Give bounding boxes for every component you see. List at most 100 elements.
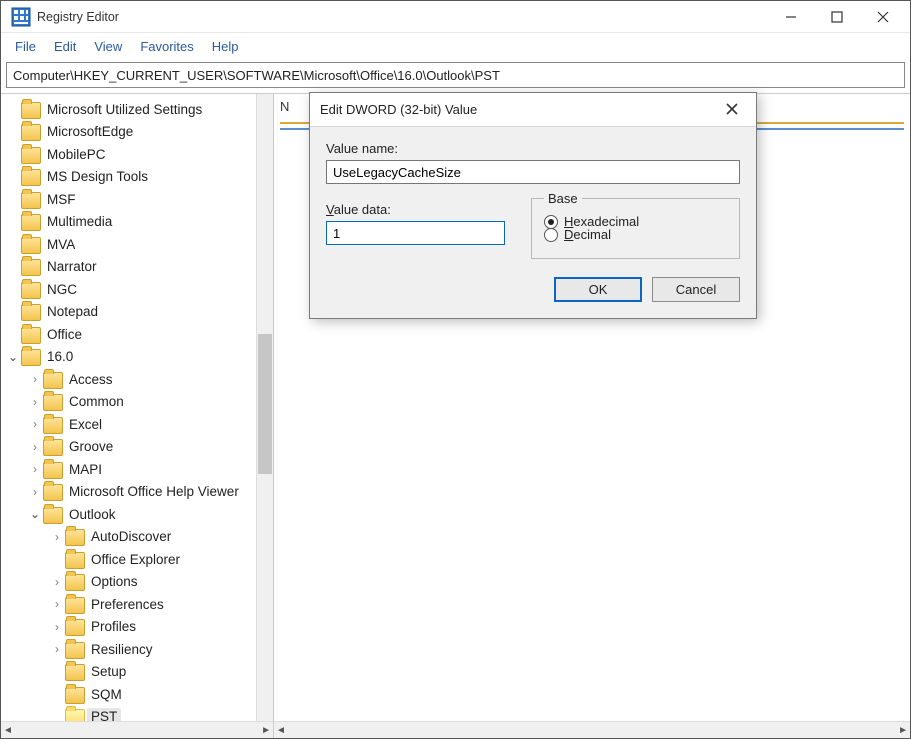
tree-item-label: Common [69,394,124,409]
tree-item[interactable]: › MAPI [5,458,273,481]
chevron-right-icon[interactable]: › [49,530,65,544]
chevron-right-icon[interactable]: › [27,395,43,409]
tree-item[interactable]: MVA [5,233,273,256]
values-horizontal-scrollbar[interactable]: ◄ ► [274,721,910,738]
tree-item-label: MobilePC [47,147,106,162]
tree-item[interactable]: ›Groove [5,436,273,459]
tree-horizontal-scrollbar[interactable]: ◄ ► [1,721,273,738]
folder-icon [21,124,39,139]
tree-item[interactable]: MobilePC [5,143,273,166]
tree-item[interactable]: › Profiles [5,616,273,639]
minimize-button[interactable] [768,2,814,32]
tree-view[interactable]: Microsoft Utilized Settings MicrosoftEdg… [1,94,273,721]
tree-spacer [49,552,65,566]
folder-icon [21,349,39,364]
tree-item-label: Access [69,372,113,387]
tree-item[interactable]: MS Design Tools [5,166,273,189]
folder-icon [65,552,83,567]
tree-item[interactable]: ⌄ 16.0 [5,346,273,369]
menu-view[interactable]: View [86,36,130,57]
tree-item[interactable]: Office [5,323,273,346]
cancel-button[interactable]: Cancel [652,277,740,302]
tree-item[interactable]: Setup [5,661,273,684]
tree-item[interactable]: Microsoft Utilized Settings [5,98,273,121]
tree-item[interactable]: › Common [5,391,273,414]
tree-item[interactable]: ›Excel [5,413,273,436]
title-bar: Registry Editor [1,1,910,33]
menu-edit[interactable]: Edit [46,36,84,57]
folder-icon [43,484,61,499]
chevron-right-icon[interactable]: › [27,372,43,386]
chevron-right-icon[interactable]: › [49,620,65,634]
scroll-right-icon[interactable]: ► [898,725,908,736]
folder-icon [65,574,83,589]
address-text: Computer\HKEY_CURRENT_USER\SOFTWARE\Micr… [13,68,500,83]
scroll-left-icon[interactable]: ◄ [276,725,286,736]
tree-item[interactable]: ⌄Outlook [5,503,273,526]
tree-item-label: Microsoft Utilized Settings [47,102,202,117]
tree-item[interactable]: SQM [5,683,273,706]
tree-item-label: 16.0 [47,349,73,364]
tree-spacer [49,710,65,721]
folder-icon [21,282,39,297]
chevron-right-icon[interactable]: › [49,597,65,611]
chevron-right-icon[interactable]: › [27,417,43,431]
tree-item-label: MSF [47,192,76,207]
chevron-right-icon[interactable]: › [49,575,65,589]
address-bar[interactable]: Computer\HKEY_CURRENT_USER\SOFTWARE\Micr… [6,62,905,88]
scrollbar-thumb[interactable] [258,334,272,474]
tree-item[interactable]: ›Options [5,571,273,594]
tree-item-label: Office [47,327,82,342]
tree-item-label: PST [91,709,117,721]
scroll-right-icon[interactable]: ► [261,725,271,736]
chevron-right-icon[interactable]: › [27,485,43,499]
maximize-button[interactable] [814,2,860,32]
tree-item-label: Resiliency [91,642,153,657]
tree-item[interactable]: Notepad [5,301,273,324]
tree-item[interactable]: Office Explorer [5,548,273,571]
tree-spacer [5,237,21,251]
ok-button[interactable]: OK [554,277,642,302]
close-button[interactable] [860,2,906,32]
tree-spacer [5,125,21,139]
tree-item[interactable]: Narrator [5,256,273,279]
tree-item[interactable]: PST [5,706,273,722]
folder-icon [43,372,61,387]
menu-file[interactable]: File [7,36,44,57]
tree-item-label: MAPI [69,462,102,477]
dialog-close-button[interactable] [718,102,746,118]
chevron-right-icon[interactable]: › [27,462,43,476]
dec-label: Decimal [564,227,611,242]
scroll-left-icon[interactable]: ◄ [3,725,13,736]
menu-help[interactable]: Help [204,36,247,57]
value-data-input[interactable] [326,221,505,245]
folder-icon [21,237,39,252]
value-name-input[interactable] [326,160,740,184]
chevron-down-icon[interactable]: ⌄ [5,350,21,364]
radio-decimal[interactable]: Decimal [544,227,727,242]
chevron-right-icon[interactable]: › [27,440,43,454]
chevron-right-icon[interactable]: › [49,642,65,656]
folder-icon [65,664,83,679]
folder-icon [43,462,61,477]
tree-spacer [5,327,21,341]
tree-item[interactable]: ›AutoDiscover [5,526,273,549]
tree-item[interactable]: NGC [5,278,273,301]
tree-item[interactable]: ›Preferences [5,593,273,616]
tree-vertical-scrollbar[interactable] [256,94,273,721]
dialog-title: Edit DWORD (32-bit) Value [320,102,718,117]
chevron-down-icon[interactable]: ⌄ [27,507,43,521]
tree-item[interactable]: › Resiliency [5,638,273,661]
tree-item[interactable]: MSF [5,188,273,211]
tree-item[interactable]: MicrosoftEdge [5,121,273,144]
tree-item[interactable]: ›Microsoft Office Help Viewer [5,481,273,504]
folder-icon [43,507,61,522]
tree-item-label: Profiles [91,619,136,634]
tree-item-label: SQM [91,687,122,702]
tree-item[interactable]: Multimedia [5,211,273,234]
menu-favorites[interactable]: Favorites [132,36,201,57]
folder-icon [21,327,39,342]
window-controls [768,2,906,32]
tree-item[interactable]: › Access [5,368,273,391]
tree-item-label: Office Explorer [91,552,180,567]
